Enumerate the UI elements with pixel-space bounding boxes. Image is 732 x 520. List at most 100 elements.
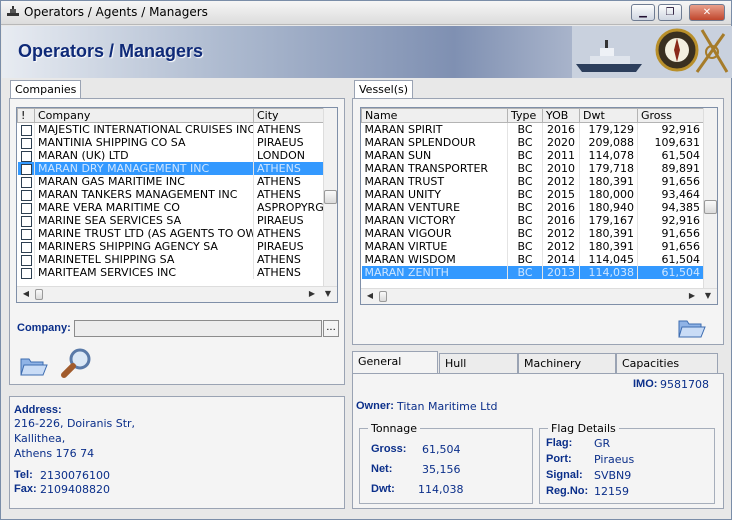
vessel-gross-cell[interactable]: 91,656 — [637, 227, 704, 240]
tab-capacities[interactable]: Capacities — [616, 353, 718, 373]
vessel-yob-cell[interactable]: 2010 — [542, 162, 580, 175]
row-checkbox[interactable] — [17, 122, 35, 136]
table-row[interactable]: MARAN SUN BC 2011 114,078 61,504 — [361, 149, 704, 162]
checkbox-icon[interactable] — [20, 189, 32, 201]
vessel-dwt-cell[interactable]: 180,940 — [579, 201, 638, 214]
scroll-down-arrow-icon[interactable]: ▼ — [701, 289, 715, 303]
tab-vessels[interactable]: Vessel(s) — [354, 80, 414, 99]
vessel-type-cell[interactable]: BC — [507, 175, 543, 188]
companies-vertical-scrollbar[interactable] — [323, 108, 337, 286]
vessel-type-cell[interactable]: BC — [507, 240, 543, 253]
company-cell[interactable]: MAJESTIC INTERNATIONAL CRUISES INC — [34, 122, 254, 136]
company-cell[interactable]: MARAN DRY MANAGEMENT INC — [34, 162, 254, 175]
vessel-dwt-cell[interactable]: 114,078 — [579, 149, 638, 162]
table-row[interactable]: MARAN WISDOM BC 2014 114,045 61,504 — [361, 253, 704, 266]
company-cell[interactable]: MARINE TRUST LTD (AS AGENTS TO OW — [34, 227, 254, 240]
table-row[interactable]: MARAN GAS MARITIME INC ATHENS — [17, 175, 324, 188]
vessel-type-cell[interactable]: BC — [507, 266, 543, 279]
column-header-city[interactable]: City — [253, 108, 324, 123]
table-row[interactable]: MARAN (UK) LTD LONDON — [17, 149, 324, 162]
row-checkbox[interactable] — [17, 240, 35, 253]
scroll-thumb[interactable] — [379, 291, 387, 302]
scroll-right-arrow-icon[interactable]: ▶ — [305, 287, 319, 301]
folder-open-icon[interactable] — [677, 315, 707, 341]
row-checkbox[interactable] — [17, 214, 35, 227]
vessel-yob-cell[interactable]: 2016 — [542, 122, 580, 136]
city-cell[interactable]: PIRAEUS — [253, 136, 324, 149]
checkbox-icon[interactable] — [20, 267, 32, 279]
title-bar[interactable]: Operators / Agents / Managers ▁ ❐ ✕ — [1, 1, 731, 25]
company-cell[interactable]: MARE VERA MARITIME CO — [34, 201, 254, 214]
vessel-dwt-cell[interactable]: 179,718 — [579, 162, 638, 175]
vessel-name-cell[interactable]: MARAN SPLENDOUR — [361, 136, 508, 149]
checkbox-icon[interactable] — [20, 176, 32, 188]
scroll-down-arrow-icon[interactable]: ▼ — [321, 287, 335, 301]
company-cell[interactable]: MARITEAM SERVICES INC — [34, 266, 254, 279]
vessel-yob-cell[interactable]: 2012 — [542, 240, 580, 253]
vessel-dwt-cell[interactable]: 114,045 — [579, 253, 638, 266]
checkbox-icon[interactable] — [20, 215, 32, 227]
vessel-gross-cell[interactable]: 89,891 — [637, 162, 704, 175]
city-cell[interactable]: PIRAEUS — [253, 214, 324, 227]
company-cell[interactable]: MARINE SEA SERVICES SA — [34, 214, 254, 227]
close-button[interactable]: ✕ — [689, 4, 725, 21]
checkbox-icon[interactable] — [20, 202, 32, 214]
company-cell[interactable]: MARAN TANKERS MANAGEMENT INC — [34, 188, 254, 201]
city-cell[interactable]: ATHENS — [253, 122, 324, 136]
scroll-right-arrow-icon[interactable]: ▶ — [685, 289, 699, 303]
column-header-yob[interactable]: YOB — [542, 108, 580, 123]
table-row[interactable]: MARAN TRUST BC 2012 180,391 91,656 — [361, 175, 704, 188]
row-checkbox[interactable] — [17, 175, 35, 188]
vessel-type-cell[interactable]: BC — [507, 122, 543, 136]
vessel-dwt-cell[interactable]: 180,391 — [579, 240, 638, 253]
checkbox-icon[interactable] — [20, 124, 32, 136]
row-checkbox[interactable] — [17, 136, 35, 149]
vessel-gross-cell[interactable]: 93,464 — [637, 188, 704, 201]
restore-button[interactable]: ❐ — [658, 4, 682, 21]
table-row[interactable]: MARITEAM SERVICES INC ATHENS — [17, 266, 324, 279]
table-row[interactable]: MANTINIA SHIPPING CO SA PIRAEUS — [17, 136, 324, 149]
vessel-yob-cell[interactable]: 2016 — [542, 214, 580, 227]
vessel-name-cell[interactable]: MARAN VENTURE — [361, 201, 508, 214]
city-cell[interactable]: ATHENS — [253, 188, 324, 201]
column-header-type[interactable]: Type — [507, 108, 543, 123]
city-cell[interactable]: ATHENS — [253, 227, 324, 240]
column-header-dwt[interactable]: Dwt — [579, 108, 638, 123]
vessel-yob-cell[interactable]: 2020 — [542, 136, 580, 149]
vessel-name-cell[interactable]: MARAN ZENITH — [361, 266, 508, 279]
company-field[interactable] — [74, 320, 322, 337]
table-row[interactable]: MARAN VIRTUE BC 2012 180,391 91,656 — [361, 240, 704, 253]
company-cell[interactable]: MANTINIA SHIPPING CO SA — [34, 136, 254, 149]
vessel-name-cell[interactable]: MARAN TRANSPORTER — [361, 162, 508, 175]
vessel-dwt-cell[interactable]: 180,000 — [579, 188, 638, 201]
company-cell[interactable]: MARINETEL SHIPPING SA — [34, 253, 254, 266]
row-checkbox[interactable] — [17, 227, 35, 240]
browse-company-button[interactable]: ... — [323, 320, 339, 337]
table-row[interactable]: MAJESTIC INTERNATIONAL CRUISES INC ATHENS — [17, 122, 324, 136]
vessel-gross-cell[interactable]: 61,504 — [637, 266, 704, 279]
vessel-yob-cell[interactable]: 2012 — [542, 175, 580, 188]
table-row[interactable]: MARAN UNITY BC 2015 180,000 93,464 — [361, 188, 704, 201]
table-row[interactable]: MARE VERA MARITIME CO ASPROPYRG — [17, 201, 324, 214]
scroll-thumb[interactable] — [324, 190, 337, 204]
city-cell[interactable]: ATHENS — [253, 175, 324, 188]
vessel-dwt-cell[interactable]: 180,391 — [579, 227, 638, 240]
vessels-vertical-scrollbar[interactable] — [703, 108, 717, 288]
vessel-name-cell[interactable]: MARAN VIGOUR — [361, 227, 508, 240]
vessel-gross-cell[interactable]: 109,631 — [637, 136, 704, 149]
column-header-gross[interactable]: Gross — [637, 108, 704, 123]
vessel-dwt-cell[interactable]: 180,391 — [579, 175, 638, 188]
vessel-type-cell[interactable]: BC — [507, 162, 543, 175]
scroll-thumb[interactable] — [35, 289, 43, 300]
checkbox-icon[interactable] — [20, 241, 32, 253]
row-checkbox[interactable] — [17, 162, 35, 175]
vessel-yob-cell[interactable]: 2015 — [542, 188, 580, 201]
table-row[interactable]: MARAN SPLENDOUR BC 2020 209,088 109,631 — [361, 136, 704, 149]
table-row[interactable]: MARAN VICTORY BC 2016 179,167 92,916 — [361, 214, 704, 227]
table-row[interactable]: MARINETEL SHIPPING SA ATHENS — [17, 253, 324, 266]
vessel-gross-cell[interactable]: 91,656 — [637, 240, 704, 253]
scroll-left-arrow-icon[interactable]: ◀ — [19, 287, 33, 301]
vessel-name-cell[interactable]: MARAN WISDOM — [361, 253, 508, 266]
company-cell[interactable]: MARINERS SHIPPING AGENCY SA — [34, 240, 254, 253]
vessel-yob-cell[interactable]: 2016 — [542, 201, 580, 214]
